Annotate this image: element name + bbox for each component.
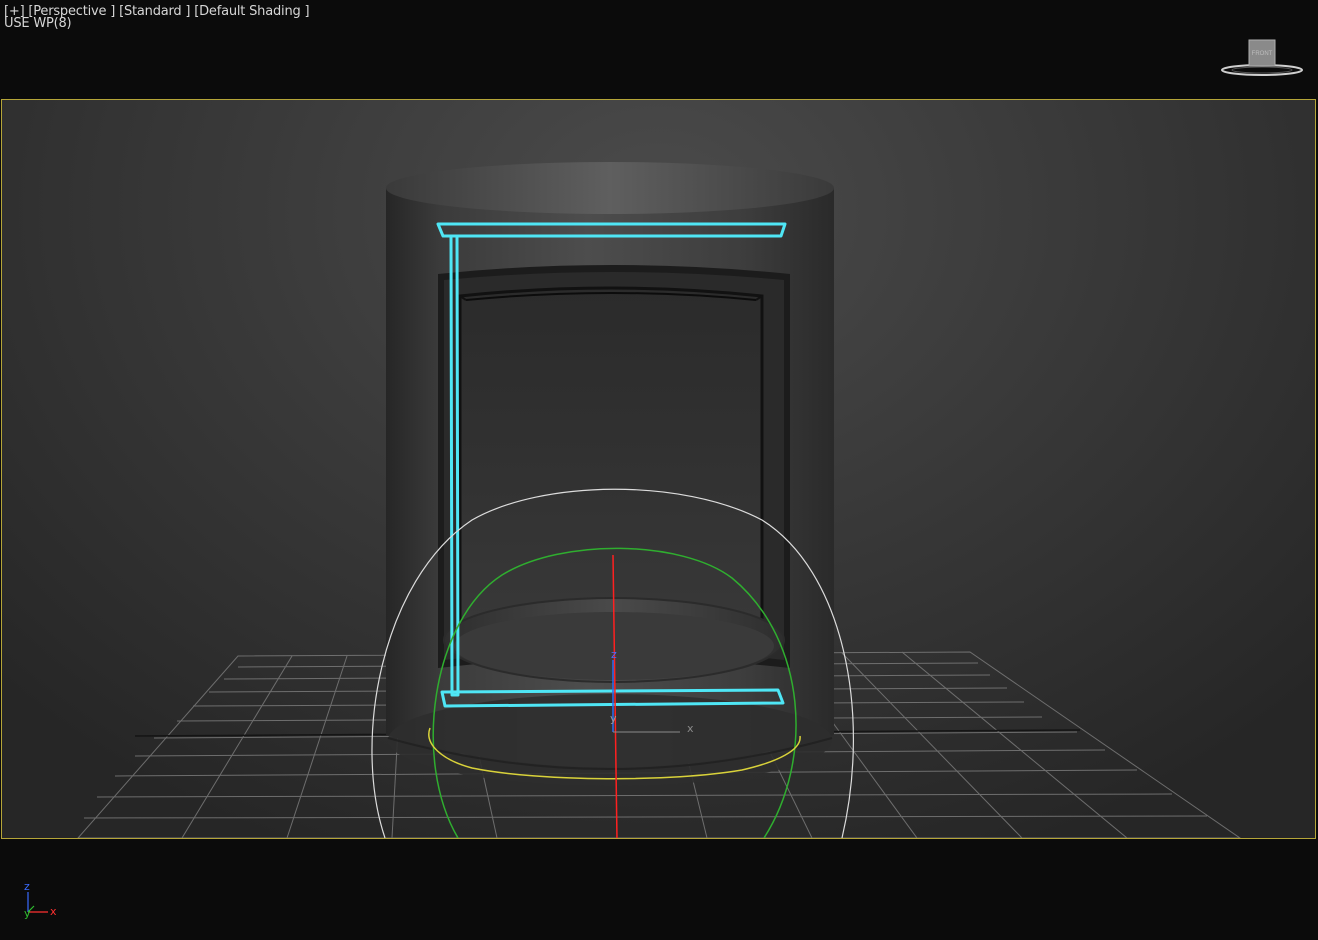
world-axis-triad: z y x (24, 880, 57, 920)
viewcube[interactable]: FRONT (1220, 36, 1304, 80)
perspective-viewport[interactable]: z y x (1, 99, 1316, 839)
triad-x-label: x (50, 905, 57, 918)
gizmo-z-label: z (611, 648, 617, 661)
viewport-label[interactable]: [+] [Perspective ] [Standard ] [Default … (4, 5, 310, 31)
triad-z-label: z (24, 880, 30, 893)
workplane-status: USE WP(8) (4, 16, 72, 31)
gizmo-y-label: y (610, 712, 617, 725)
viewcube-face-label[interactable]: FRONT (1252, 51, 1273, 57)
gizmo-x-label: x (687, 722, 694, 735)
triad-y-label: y (24, 907, 31, 920)
scene[interactable]: z y x (2, 100, 1316, 839)
